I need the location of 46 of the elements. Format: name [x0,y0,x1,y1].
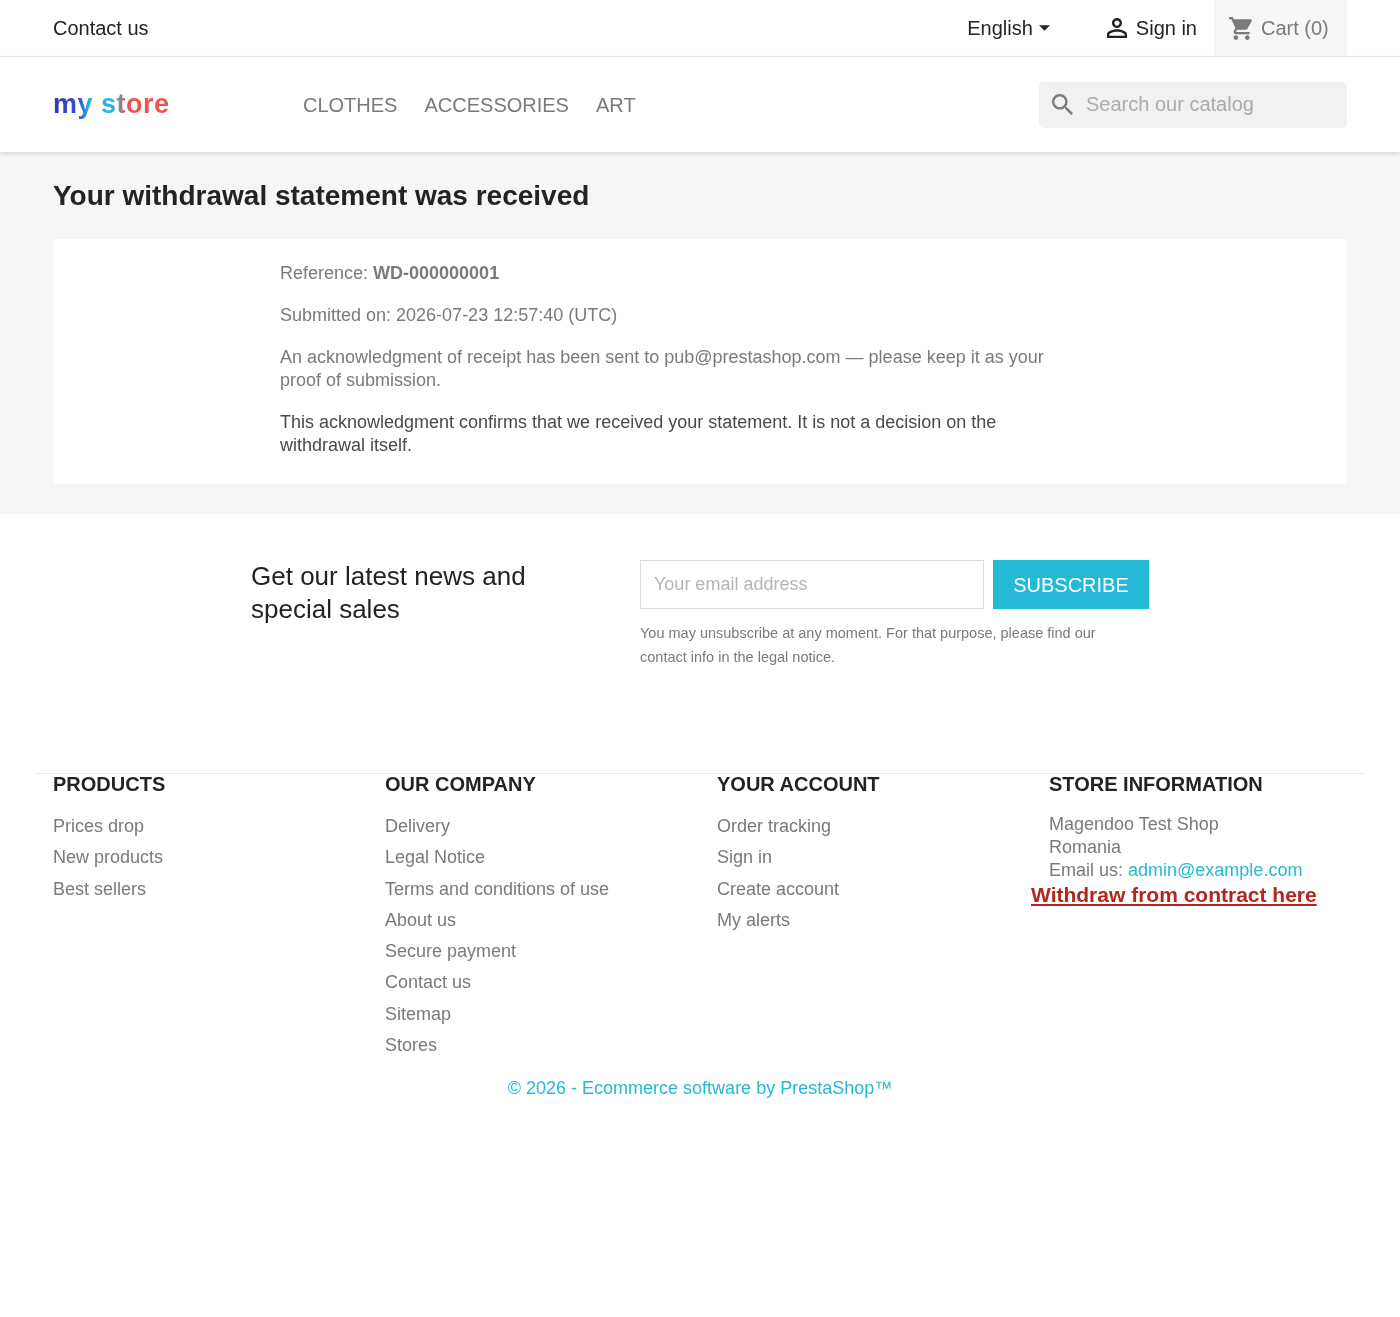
email-field[interactable]: Your email address [640,560,984,609]
footer-link[interactable]: Best sellers [53,878,147,899]
withdraw-link[interactable]: Withdraw from contract here [1031,883,1317,906]
subscribe-button[interactable]: SUBSCRIBE [993,560,1149,609]
shopping-cart-icon [1229,16,1253,40]
footer-link[interactable]: Secure payment [385,941,517,962]
footer-link[interactable]: Stores [385,1035,438,1056]
footer-link[interactable]: My alerts [717,909,790,930]
footer-link[interactable]: Order tracking [717,816,832,836]
nav-link[interactable]: ACCESSORIES [424,89,569,120]
footer-column-heading: OUR COMPANY [385,774,537,794]
footer-link[interactable]: About us [385,909,457,930]
confirmation-text: Submitted on: 2026-07-23 12:57:40 (UTC) [280,304,619,327]
newsletter-note: You may unsubscribe at any moment. For that purpose, please find our contact info in the legal notice. [640,624,1097,667]
search-field[interactable]: Search our catalog [1039,81,1347,128]
footer-link[interactable]: Create account [717,878,840,899]
footer-link[interactable]: Contact us [385,972,472,993]
footer-column-heading: YOUR ACCOUNT [717,774,881,794]
footer-column-heading: PRODUCTS [53,774,167,794]
copyright-link[interactable]: © 2026 - Ecommerce software by PrestaShop™ [507,1076,893,1101]
confirmation-text: Reference: WD-000000001 [280,262,501,285]
footer-link[interactable]: Sitemap [385,1003,452,1024]
footer-column-heading: STORE INFORMATION [1049,774,1264,794]
store-info-text: Magendoo Test Shop [1049,814,1219,834]
footer-link[interactable]: Delivery [385,816,450,836]
nav-link[interactable]: ART [595,89,636,120]
confirmation-text: An acknowledgment of receipt has been sent to pub@prestashop.com — please keep it as your proof of submission. [280,346,1045,392]
store-info-text: Romania [1049,837,1122,857]
nav-link[interactable]: CLOTHES [303,89,398,120]
store-email-line: Email us: admin@example.com [1049,860,1303,880]
footer-link[interactable]: Legal Notice [385,847,486,868]
cart-button[interactable]: Cart (0) [1214,0,1347,56]
email-link[interactable]: admin@example.com [1128,860,1303,880]
footer-link[interactable]: Sign in [717,847,773,868]
footer-link[interactable]: Terms and conditions of use [385,878,610,899]
language-selector[interactable]: English [967,0,1050,56]
search-icon [1052,93,1073,115]
page-title: Your withdrawal statement was received [53,179,591,213]
newsletter-heading: Get our latest news and special sales [251,560,527,626]
contact-link[interactable]: Contact us [53,13,149,43]
confirmation-text: This acknowledgment confirms that we received your statement. It is not a decision on the withdrawal itself. [280,411,998,457]
caret-down-icon [1038,25,1050,31]
footer-link[interactable]: New products [53,847,164,868]
user-icon [1106,18,1127,38]
sign-in-link[interactable]: Sign in [1106,0,1197,56]
footer-link[interactable]: Prices drop [53,816,145,836]
